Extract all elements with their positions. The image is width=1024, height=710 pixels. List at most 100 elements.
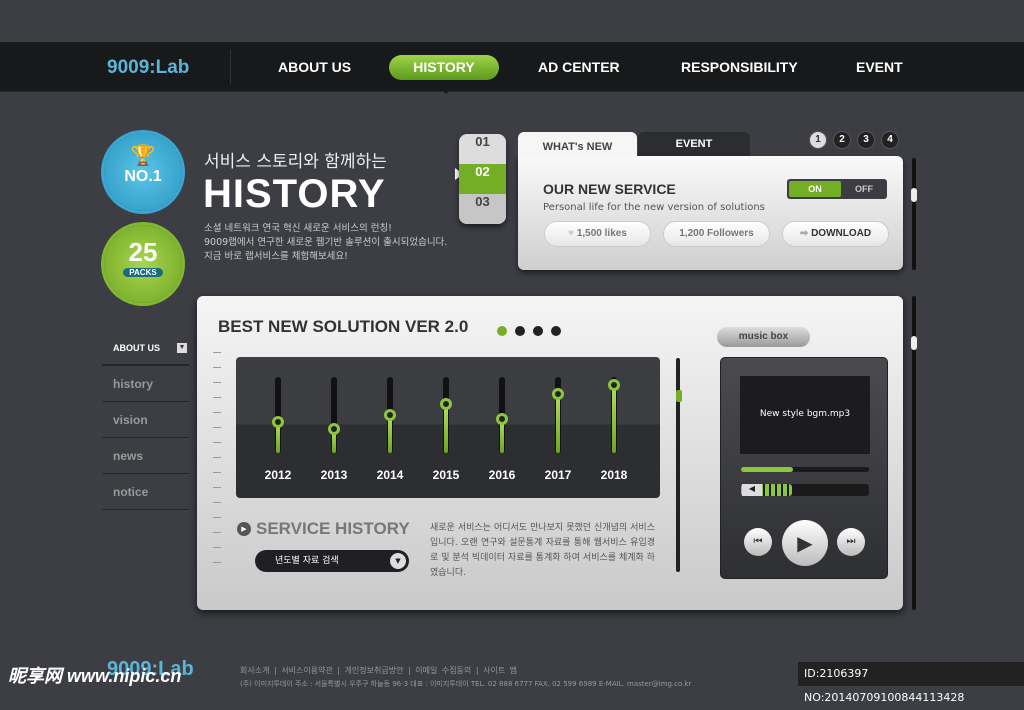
footer-links: 회사소개 | 서비스이용약관 | 개인정보취급방안 | 이메일 수집동의 | 사… <box>240 666 518 675</box>
tab-event[interactable]: EVENT <box>638 132 750 156</box>
watermark-id: ID:2106397 NO:20140709100844113428 <box>798 662 1024 704</box>
footer-address: (주) 이미지투데이 주소 : 서울특별시 우주구 하늘동 96-3 대표 : … <box>240 680 692 688</box>
card-title: OUR NEW SERVICE <box>543 181 676 197</box>
packs-badge: 25 PACKS <box>104 225 182 303</box>
sidebar-item-history[interactable]: history <box>102 366 189 402</box>
page-4[interactable]: 4 <box>881 131 899 149</box>
active-indicator <box>440 88 452 100</box>
desc-line: 소셜 네트워크 연국 혁신 새로운 서비스의 런칭! <box>204 223 392 234</box>
year-label: 2016 <box>488 468 516 482</box>
year-label: 2012 <box>264 468 292 482</box>
track-display: New style bgm.mp3 <box>740 376 870 454</box>
slider-knob[interactable] <box>384 409 396 421</box>
sidebar-header[interactable]: ABOUT US ▼ <box>102 330 189 366</box>
play-icon: ▶ <box>237 522 251 536</box>
music-box-label: music box <box>717 327 810 347</box>
scroll-thumb[interactable] <box>911 188 917 202</box>
volume-bar[interactable]: ◀ <box>741 484 869 496</box>
sidebar-header-label: ABOUT US <box>113 343 160 353</box>
rewind-button[interactable]: ⏮ <box>744 528 772 556</box>
toggle-on[interactable]: ON <box>789 181 841 197</box>
desc-line: 9009랩에서 연구한 새로운 웹기반 솔루션이 출시되었습니다. <box>204 237 448 248</box>
dot[interactable] <box>533 326 543 336</box>
hero-subtitle: 서비스 스토리와 함께하는 <box>204 152 387 172</box>
forward-button[interactable]: ⏭ <box>837 528 865 556</box>
likes-label: 1,500 likes <box>576 228 627 239</box>
footer-link[interactable]: 사이트 맵 <box>483 666 517 675</box>
likes-button[interactable]: ♥ 1,500 likes <box>545 222 650 246</box>
chevron-down-icon: ▼ <box>390 553 406 569</box>
number-tabs: 01 02 03 <box>459 134 506 224</box>
watermark-site: 昵享网 www.nipic.cn <box>8 666 182 686</box>
scroll-thumb[interactable] <box>911 336 917 350</box>
slider-fill <box>444 404 448 453</box>
year-search-select[interactable]: 년도별 자료 검색 ▼ <box>255 550 409 572</box>
scroll-thumb[interactable] <box>676 390 682 402</box>
slider-knob[interactable] <box>328 423 340 436</box>
hero-description: 소셜 네트워크 연국 혁신 새로운 서비스의 런칭! 9009랩에서 연구한 새… <box>204 222 447 264</box>
nav-history[interactable]: HISTORY <box>389 55 499 80</box>
no1-label: NO.1 <box>124 168 162 185</box>
year-label: 2014 <box>376 468 404 482</box>
footer-link[interactable]: 이메일 수집동의 <box>415 666 471 675</box>
year-label: 2013 <box>320 468 348 482</box>
arrow-right-icon: ➡ <box>799 228 812 239</box>
no1-badge: 🏆 NO.1 <box>104 133 182 211</box>
sidebar-item-notice[interactable]: notice <box>102 474 189 510</box>
play-button[interactable]: ▶ <box>782 520 828 566</box>
year-label: 2018 <box>600 468 628 482</box>
progress-bar[interactable] <box>741 467 869 472</box>
dot-active[interactable] <box>497 326 507 336</box>
on-off-toggle[interactable]: ON OFF <box>787 179 887 199</box>
slider-knob[interactable] <box>272 415 284 428</box>
service-history-title: SERVICE HISTORY <box>256 519 410 538</box>
followers-button[interactable]: 1,200 Followers <box>664 222 769 246</box>
select-value: 년도별 자료 검색 <box>275 556 339 566</box>
page-3[interactable]: 3 <box>857 131 875 149</box>
slide-dots <box>497 321 561 340</box>
year-sliders-panel: 2012 2013 2014 2015 2016 2017 2018 <box>236 357 660 498</box>
tab-whats-new[interactable]: WHAT's NEW <box>518 132 637 158</box>
toggle-off[interactable]: OFF <box>843 181 885 197</box>
slider-knob[interactable] <box>440 398 452 411</box>
footer-link[interactable]: 회사소개 <box>240 666 269 675</box>
nav-about-us[interactable]: ABOUT US <box>278 59 351 75</box>
nav-event[interactable]: EVENT <box>856 59 903 75</box>
ruler-ticks <box>213 352 221 574</box>
page-1[interactable]: 1 <box>809 131 827 149</box>
trophy-icon: 🏆 <box>130 145 156 167</box>
sidebar-item-news[interactable]: news <box>102 438 189 474</box>
year-label: 2017 <box>544 468 572 482</box>
card-desc: Personal life for the new version of sol… <box>543 202 765 213</box>
speaker-icon: ◀ <box>742 484 762 496</box>
main-title: BEST NEW SOLUTION VER 2.0 <box>218 317 469 336</box>
chevron-down-icon: ▼ <box>177 343 187 353</box>
slider-knob[interactable] <box>608 379 620 392</box>
nav-responsibility[interactable]: RESPONSIBILITY <box>681 59 798 75</box>
card-scrollbar[interactable] <box>912 158 916 270</box>
sidebar-item-vision[interactable]: vision <box>102 402 189 438</box>
dot[interactable] <box>551 326 561 336</box>
footer-link[interactable]: 개인정보취급방안 <box>345 666 404 675</box>
whats-new-card <box>518 156 903 270</box>
slider-knob[interactable] <box>552 388 564 401</box>
year-label: 2015 <box>432 468 460 482</box>
page-2[interactable]: 2 <box>833 131 851 149</box>
hero-title: HISTORY <box>203 172 386 216</box>
nav-ad-center[interactable]: AD CENTER <box>538 59 620 75</box>
slider-fill <box>612 385 616 453</box>
footer-link[interactable]: 서비스이용약관 <box>281 666 333 675</box>
slider-knob[interactable] <box>496 412 508 425</box>
download-label: DOWNLOAD <box>811 228 872 239</box>
heart-icon: ♥ <box>568 228 577 239</box>
progress-fill <box>741 467 794 472</box>
num-tab-02[interactable]: 02 <box>459 164 506 194</box>
num-tab-03[interactable]: 03 <box>459 194 506 224</box>
logo[interactable]: 9009:Lab <box>107 57 189 79</box>
download-button[interactable]: ➡ DOWNLOAD <box>783 222 888 246</box>
divider <box>230 50 231 84</box>
num-tab-01[interactable]: 01 <box>459 134 506 164</box>
dot[interactable] <box>515 326 525 336</box>
pager: 1234 <box>809 127 905 149</box>
service-description: 새로운 서비스는 어디서도 만나보지 못했던 신개념의 서비스입니다. 오랜 연… <box>430 523 655 578</box>
